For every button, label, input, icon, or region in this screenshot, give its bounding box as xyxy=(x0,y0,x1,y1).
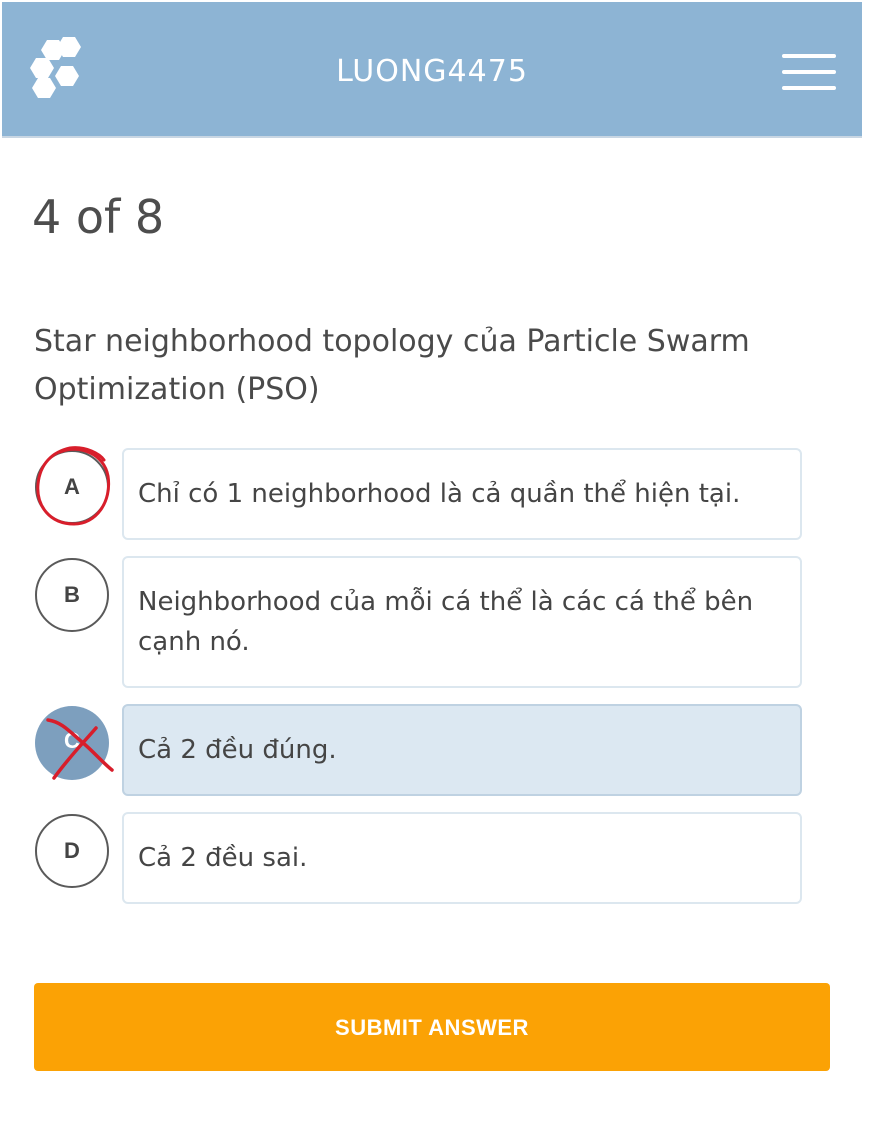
option-text-a[interactable]: Chỉ có 1 neighborhood là cả quần thể hiệ… xyxy=(122,448,802,540)
option-letter-a[interactable]: A xyxy=(35,450,109,524)
question-line-1: Star neighborhood topology của Particle … xyxy=(34,324,750,359)
option-text-c[interactable]: Cả 2 đều đúng. xyxy=(122,704,802,796)
question-line-2: Optimization (PSO) xyxy=(34,372,320,407)
option-letter-b[interactable]: B xyxy=(35,558,109,632)
quiz-app: LUONG4475 4 of 8 Star neighborhood topol… xyxy=(0,0,872,1127)
option-text-d[interactable]: Cả 2 đều sai. xyxy=(122,812,802,904)
hamburger-menu-icon[interactable] xyxy=(782,54,836,92)
option-text-b[interactable]: Neighborhood của mỗi cá thể là các cá th… xyxy=(122,556,802,688)
option-letter-d[interactable]: D xyxy=(35,814,109,888)
option-letter-c[interactable]: C xyxy=(35,706,109,780)
app-header: LUONG4475 xyxy=(2,2,862,138)
submit-answer-button[interactable]: SUBMIT ANSWER xyxy=(34,983,830,1071)
option-a[interactable]: A Chỉ có 1 neighborhood là cả quần thể h… xyxy=(32,448,802,540)
option-d[interactable]: D Cả 2 đều sai. xyxy=(32,812,802,904)
option-b[interactable]: B Neighborhood của mỗi cá thể là các cá … xyxy=(32,556,802,688)
header-title: LUONG4475 xyxy=(336,54,528,89)
question-text: Star neighborhood topology của Particle … xyxy=(34,318,814,414)
option-c[interactable]: C Cả 2 đều đúng. xyxy=(32,704,802,796)
question-progress: 4 of 8 xyxy=(32,190,165,244)
